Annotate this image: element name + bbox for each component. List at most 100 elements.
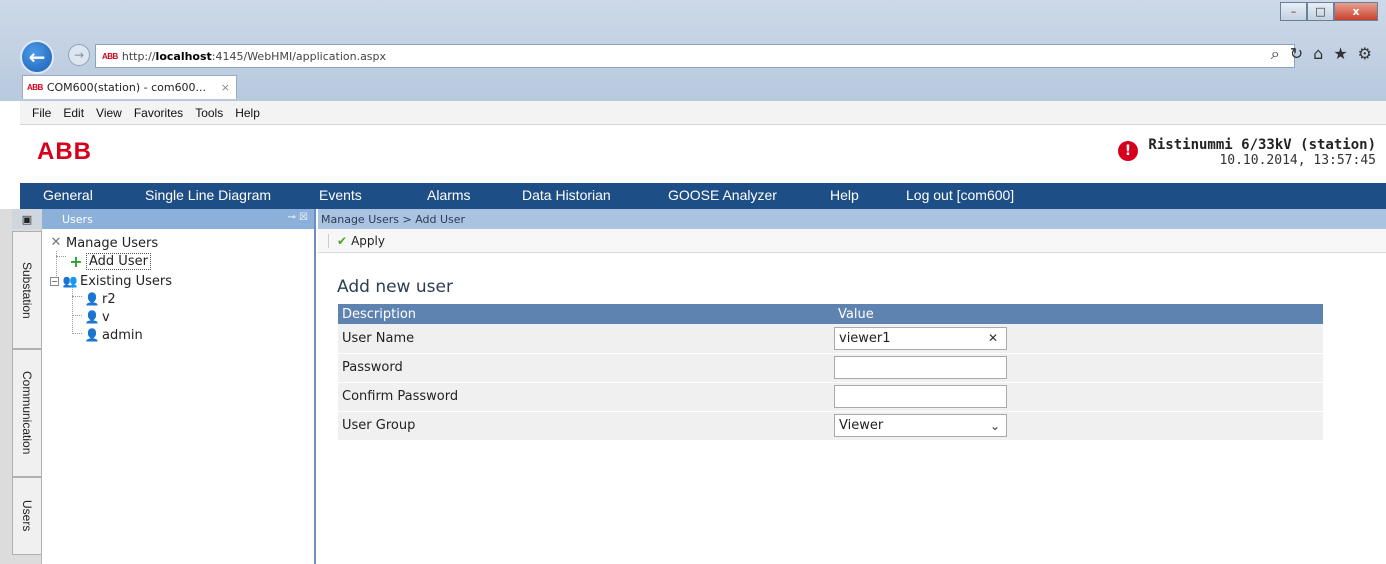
table-row: Confirm Password — [338, 382, 1323, 412]
users-panel: Users ⊸ ☒ ✕ Manage Users + Add User − 👥 … — [42, 209, 316, 564]
nav-general[interactable]: General — [43, 187, 93, 203]
table-row: User Name viewer1 ✕ — [338, 324, 1323, 354]
field-label: Password — [338, 353, 834, 383]
maximize-button[interactable]: □ — [1307, 2, 1334, 21]
browser-tab[interactable]: ABB COM600(station) - com600... × — [22, 75, 237, 99]
add-icon: + — [69, 251, 83, 271]
collapse-icon[interactable]: − — [50, 276, 59, 286]
users-group-icon: 👥 — [62, 274, 78, 288]
app-header: ABB ! Ristinummi 6/33kV (station) 10.10.… — [20, 125, 1386, 183]
clear-icon[interactable]: ✕ — [988, 331, 998, 345]
tab-favicon-icon: ABB — [27, 83, 43, 92]
station-info: Ristinummi 6/33kV (station) 10.10.2014, … — [1148, 137, 1376, 168]
forward-button[interactable]: → — [68, 44, 90, 66]
browser-toolbar: ⌕ ↻ ⌂ ★ ⚙ — [1271, 44, 1372, 64]
browser-chrome: – □ x ← → ABB http://localhost:4145/WebH… — [0, 0, 1386, 101]
station-time: 10.10.2014, 13:57:45 — [1219, 153, 1376, 168]
panel-toggle-icon[interactable]: ▣ — [12, 209, 42, 229]
apply-label: Apply — [351, 233, 385, 248]
nav-alarms[interactable]: Alarms — [427, 187, 471, 203]
column-header-value: Value — [834, 304, 1323, 324]
menu-edit[interactable]: Edit — [63, 106, 84, 120]
url-path: :4145/WebHMI/application.aspx — [211, 49, 387, 63]
nav-goose-analyzer[interactable]: GOOSE Analyzer — [668, 187, 777, 203]
table-row: User Group Viewer ⌄ — [338, 411, 1323, 441]
nav-single-line-diagram[interactable]: Single Line Diagram — [145, 187, 271, 203]
field-label: Confirm Password — [338, 382, 834, 412]
apply-button[interactable]: ✔ Apply — [328, 233, 385, 248]
star-icon[interactable]: ★ — [1333, 44, 1347, 64]
tree-item-user[interactable]: 👤 admin — [84, 327, 143, 343]
nav-events[interactable]: Events — [319, 187, 362, 203]
menu-help[interactable]: Help — [235, 106, 260, 120]
tree-item-existing-users[interactable]: − 👥 Existing Users — [50, 273, 172, 289]
user-form-table: Description Value User Name viewer1 ✕ Pa… — [338, 304, 1323, 441]
browser-menubar: File Edit View Favorites Tools Help — [20, 101, 1386, 125]
tab-communication-label: Communication — [20, 371, 34, 455]
abb-logo: ABB — [37, 138, 92, 165]
breadcrumb: Manage Users > Add User — [318, 209, 1386, 229]
user-group-select[interactable]: Viewer ⌄ — [834, 414, 1007, 437]
tree-label: v — [102, 309, 110, 325]
side-tabs: Substation Communication Users — [0, 209, 42, 564]
back-arrow-icon: ← — [28, 45, 46, 69]
pin-close-icon[interactable]: ⊸ ☒ — [287, 212, 308, 223]
confirm-password-input[interactable] — [834, 385, 1007, 408]
tab-communication[interactable]: Communication — [12, 349, 42, 477]
tree-label: admin — [102, 327, 143, 343]
table-row: Password — [338, 353, 1323, 383]
search-icon[interactable]: ⌕ — [1271, 44, 1280, 64]
column-header-description: Description — [338, 304, 834, 324]
window-controls: – □ x — [1280, 2, 1378, 21]
nav-data-historian[interactable]: Data Historian — [522, 187, 611, 203]
chevron-down-icon: ⌄ — [989, 418, 1000, 433]
close-window-button[interactable]: x — [1334, 2, 1378, 21]
panel-header: Users ⊸ ☒ — [42, 209, 314, 229]
menu-file[interactable]: File — [32, 106, 51, 120]
tree-item-manage-users[interactable]: ✕ Manage Users — [48, 235, 159, 251]
favicon-icon: ABB — [102, 51, 118, 61]
main-nav: General Single Line Diagram Events Alarm… — [20, 183, 1386, 209]
username-value: viewer1 — [839, 330, 891, 346]
nav-help[interactable]: Help — [830, 187, 859, 203]
alert-icon[interactable]: ! — [1118, 141, 1138, 161]
menu-favorites[interactable]: Favorites — [134, 106, 183, 120]
panel-title: Users — [62, 212, 93, 226]
checkmark-icon: ✔ — [337, 233, 348, 248]
tree-label: r2 — [102, 291, 116, 307]
main-content: Manage Users > Add User ✔ Apply Add new … — [318, 209, 1386, 564]
menu-tools[interactable]: Tools — [195, 106, 223, 120]
gear-icon[interactable]: ⚙ — [1358, 44, 1372, 64]
tree-item-add-user[interactable]: + Add User — [68, 253, 151, 270]
home-icon[interactable]: ⌂ — [1313, 44, 1323, 64]
users-tree: ✕ Manage Users + Add User − 👥 Existing U… — [42, 229, 314, 343]
menu-view[interactable]: View — [96, 106, 122, 120]
forward-arrow-icon: → — [73, 48, 85, 62]
tree-label: Add User — [86, 253, 151, 270]
form-title: Add new user — [337, 277, 453, 297]
minimize-button[interactable]: – — [1280, 2, 1307, 21]
tab-close-icon[interactable]: × — [221, 81, 230, 94]
tab-substation-label: Substation — [20, 261, 34, 319]
back-button[interactable]: ← — [20, 40, 54, 74]
station-name: Ristinummi 6/33kV (station) — [1148, 137, 1376, 153]
action-bar: ✔ Apply — [318, 229, 1386, 253]
refresh-icon[interactable]: ↻ — [1290, 44, 1303, 64]
tree-label: Existing Users — [80, 273, 173, 289]
tree-item-user[interactable]: 👤 v — [84, 309, 110, 325]
address-bar[interactable]: ABB http://localhost:4145/WebHMI/applica… — [95, 44, 1295, 68]
tab-users[interactable]: Users — [12, 477, 42, 555]
nav-logout[interactable]: Log out [com600] — [906, 187, 1014, 203]
user-icon: 👤 — [84, 292, 100, 306]
user-icon: 👤 — [84, 328, 100, 342]
tree-item-user[interactable]: 👤 r2 — [84, 291, 116, 307]
url-host: localhost — [155, 49, 212, 63]
tab-title: COM600(station) - com600... — [46, 81, 207, 94]
username-input[interactable]: viewer1 ✕ — [834, 326, 1007, 350]
wrench-icon: ✕ — [50, 235, 62, 250]
password-input[interactable] — [834, 356, 1007, 379]
url-prefix: http:// — [121, 49, 156, 63]
tab-substation[interactable]: Substation — [12, 231, 42, 349]
user-group-value: Viewer — [839, 418, 884, 433]
tree-label: Manage Users — [66, 235, 159, 251]
